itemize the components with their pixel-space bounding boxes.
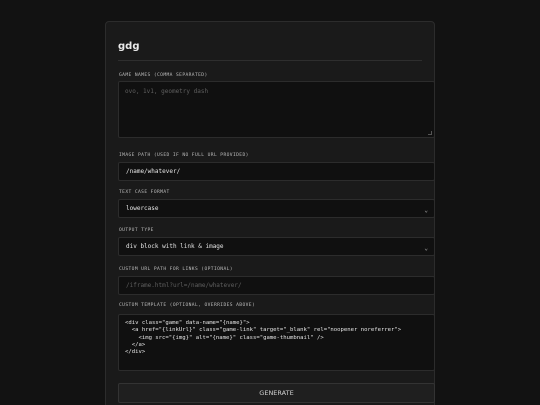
chevron-down-icon: ⌄ (424, 245, 428, 252)
resize-handle-icon[interactable] (428, 131, 432, 135)
custom-template-textarea[interactable]: <div class="game" data-name="{name}"> <a… (118, 314, 435, 371)
chevron-down-icon: ⌄ (424, 207, 428, 214)
output-type-select[interactable]: div block with link & image ⌄ (118, 237, 435, 256)
output-type-selected: div block with link & image (126, 243, 224, 250)
page-title: gdg (118, 41, 140, 52)
custom-url-label: CUSTOM URL PATH FOR LINKS (OPTIONAL) (119, 267, 233, 272)
generator-panel: gdg GAME NAMES (COMMA SEPARATED) ovo, 1v… (105, 21, 435, 405)
output-type-label: OUTPUT TYPE (119, 228, 154, 233)
game-names-placeholder: ovo, 1v1, geometry dash (125, 88, 209, 95)
image-path-label: IMAGE PATH (USED IF NO FULL URL PROVIDED… (119, 153, 249, 158)
text-case-label: TEXT CASE FORMAT (119, 190, 170, 195)
title-divider (118, 60, 422, 61)
custom-template-label: CUSTOM TEMPLATE (OPTIONAL, OVERRIDES ABO… (119, 303, 256, 308)
game-names-textarea[interactable]: ovo, 1v1, geometry dash (118, 81, 435, 138)
game-names-label: GAME NAMES (COMMA SEPARATED) (119, 73, 208, 78)
generate-button[interactable]: GENERATE (118, 383, 435, 403)
image-path-input[interactable]: /name/whatever/ (118, 162, 435, 181)
text-case-select[interactable]: lowercase ⌄ (118, 199, 435, 218)
text-case-selected: lowercase (126, 205, 159, 212)
custom-url-input[interactable]: /iframe.html?url=/name/whatever/ (118, 276, 435, 295)
